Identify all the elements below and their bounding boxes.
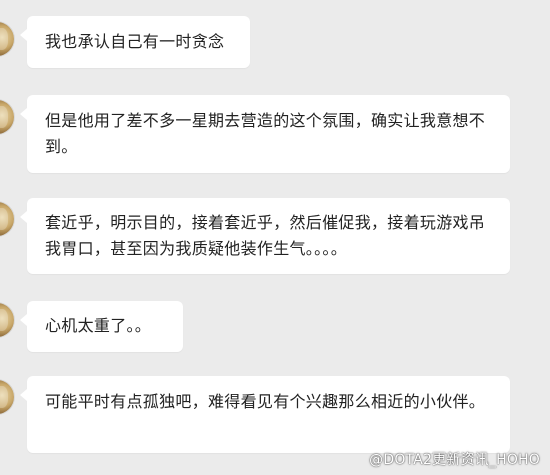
message-text: 可能平时有点孤独吧，难得看见有个兴趣那么相近的小伙伴。: [45, 392, 486, 411]
avatar[interactable]: [0, 100, 14, 134]
message-text: 我也承认自己有一时贪念: [45, 32, 225, 51]
message-text: 套近乎，明示目的，接着套近乎，然后催促我，接着玩游戏吊我胃口，甚至因为我质疑他装…: [45, 213, 486, 258]
message-bubble: 可能平时有点孤独吧，难得看见有个兴趣那么相近的小伙伴。: [20, 376, 510, 453]
message-bubble: 但是他用了差不多一星期去营造的这个氛围，确实让我意想不到。: [20, 95, 510, 173]
message-bubble: 套近乎，明示目的，接着套近乎，然后催促我，接着玩游戏吊我胃口，甚至因为我质疑他装…: [20, 198, 510, 274]
avatar[interactable]: [0, 380, 14, 414]
avatar[interactable]: [0, 22, 14, 56]
message-bubble: 心机太重了。。: [20, 301, 183, 352]
message-text: 但是他用了差不多一星期去营造的这个氛围，确实让我意想不到。: [45, 111, 486, 156]
watermark: @DOTA2更新资讯_HOHO: [369, 452, 540, 468]
avatar[interactable]: [0, 303, 14, 337]
message-bubble: 我也承认自己有一时贪念: [20, 16, 250, 68]
avatar[interactable]: [0, 202, 14, 236]
message-text: 心机太重了。。: [45, 316, 152, 335]
